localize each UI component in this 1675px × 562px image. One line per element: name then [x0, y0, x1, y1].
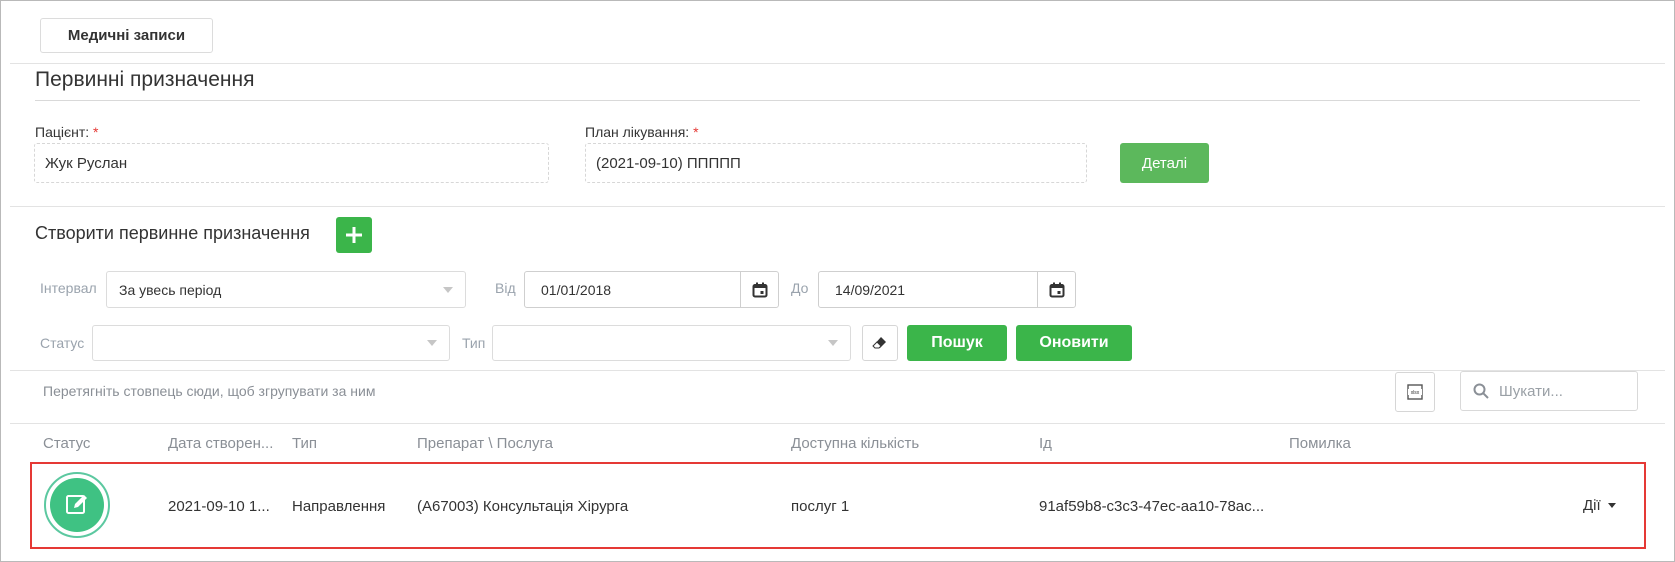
column-header-status[interactable]: Статус	[43, 435, 90, 452]
column-header-id[interactable]: Ід	[1039, 435, 1052, 452]
eraser-icon	[872, 337, 886, 349]
cell-id: 91af59b8-c3c3-47ec-aa10-78ac...	[1039, 498, 1265, 515]
column-header-service[interactable]: Препарат \ Послуга	[417, 435, 553, 452]
patient-field[interactable]: Жук Руслан	[34, 143, 549, 183]
add-button[interactable]	[336, 217, 372, 253]
treatment-plan-field[interactable]: (2021-09-10) ППППП	[585, 143, 1087, 183]
divider	[10, 63, 1665, 64]
divider	[10, 423, 1665, 424]
cell-service: (A67003) Консультація Хірурга	[417, 498, 629, 515]
to-date-input[interactable]: 14/09/2021	[818, 271, 1076, 308]
refresh-button[interactable]: Оновити	[1016, 325, 1132, 361]
search-input[interactable]	[1497, 381, 1621, 401]
grid-search[interactable]	[1460, 371, 1638, 411]
group-panel-hint: Перетягніть стовпець сюди, щоб згрупуват…	[43, 383, 376, 399]
from-date-input[interactable]: 01/01/2018	[524, 271, 779, 308]
details-button[interactable]: Деталі	[1120, 143, 1209, 183]
calendar-button[interactable]	[740, 272, 778, 307]
to-date-value: 14/09/2021	[835, 281, 906, 298]
chevron-down-icon	[427, 340, 437, 346]
plan-label: План лікування: *	[585, 124, 699, 140]
edit-icon	[66, 495, 87, 514]
divider	[10, 370, 1665, 371]
create-section-title: Створити первинне призначення	[35, 223, 310, 243]
status-badge-inner	[50, 478, 104, 532]
status-label: Статус	[40, 335, 85, 351]
column-header-type[interactable]: Тип	[292, 435, 317, 452]
patient-label-text: Пацієнт:	[35, 124, 90, 140]
page-title: Первинні призначення	[35, 68, 255, 91]
from-date-value: 01/01/2018	[541, 281, 612, 298]
export-xlsx-button[interactable]: xlsx	[1395, 372, 1435, 412]
cell-type: Направлення	[292, 498, 386, 515]
search-button[interactable]: Пошук	[907, 325, 1007, 361]
to-label: До	[791, 280, 809, 296]
clear-filters-button[interactable]	[862, 325, 898, 361]
svg-text:xlsx: xlsx	[1411, 390, 1420, 396]
divider	[10, 206, 1665, 207]
cell-available: послуг 1	[791, 498, 850, 515]
patient-label: Пацієнт: *	[35, 124, 99, 140]
calendar-icon	[1049, 282, 1064, 297]
interval-select[interactable]: За увесь період	[106, 271, 466, 308]
row-actions-dropdown[interactable]: Дії	[1583, 497, 1616, 514]
interval-label: Інтервал	[40, 280, 97, 296]
column-header-available[interactable]: Доступна кількість	[791, 435, 919, 452]
caret-down-icon	[1607, 503, 1616, 508]
title-divider	[35, 100, 1640, 101]
required-mark: *	[93, 124, 99, 140]
plus-icon	[346, 227, 362, 243]
status-select[interactable]	[92, 325, 450, 361]
cell-date: 2021-09-10 1...	[168, 498, 270, 515]
type-label: Тип	[462, 335, 486, 351]
required-mark: *	[693, 124, 699, 140]
chevron-down-icon	[828, 340, 838, 346]
plan-value: (2021-09-10) ППППП	[596, 154, 741, 172]
interval-value: За увесь період	[119, 281, 222, 298]
search-icon	[1473, 383, 1489, 399]
column-header-error[interactable]: Помилка	[1289, 435, 1351, 452]
medical-records-tab[interactable]: Медичні записи	[40, 18, 213, 53]
status-badge[interactable]	[44, 472, 110, 538]
patient-value: Жук Руслан	[45, 154, 128, 172]
plan-label-text: План лікування:	[585, 124, 690, 140]
column-header-date[interactable]: Дата створен...	[168, 435, 273, 452]
type-select[interactable]	[492, 325, 851, 361]
xlsx-export-icon: xlsx	[1407, 384, 1423, 400]
from-label: Від	[495, 280, 516, 296]
actions-label: Дії	[1583, 497, 1601, 514]
calendar-icon	[752, 282, 767, 297]
chevron-down-icon	[443, 286, 453, 293]
calendar-button[interactable]	[1037, 272, 1075, 307]
